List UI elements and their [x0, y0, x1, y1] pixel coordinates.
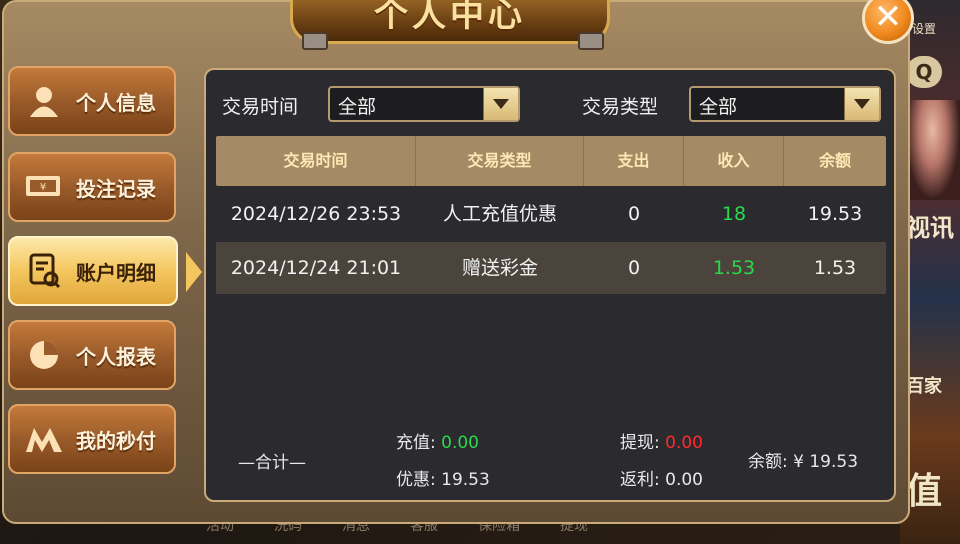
close-icon: ✕ [873, 0, 903, 37]
discount-value: 19.53 [441, 470, 490, 490]
column-header: 收入 [684, 136, 784, 186]
background-text-baccarat: 百家 [906, 376, 942, 397]
withdraw-label: 提现: [620, 433, 660, 453]
sidebar-item-label: 我的秒付 [76, 428, 156, 453]
cell-type: 赠送彩金 [461, 257, 538, 279]
table-row: 2024/12/24 21:01 赠送彩金 0 1.53 1.53 [216, 242, 886, 294]
withdraw-value: 0.00 [665, 433, 703, 453]
column-header: 交易类型 [416, 136, 584, 186]
summary-discount: 优惠: 19.53 [396, 465, 490, 490]
svg-text:¥: ¥ [40, 182, 46, 193]
dialog-title: 个人中心 [374, 0, 526, 35]
type-filter-select[interactable]: 全部 [689, 86, 881, 122]
time-filter-select[interactable]: 全部 [328, 86, 520, 122]
column-header: 支出 [584, 136, 684, 186]
sidebar-item-label: 账户明细 [76, 260, 156, 285]
recharge-label: 充值: [396, 433, 436, 453]
column-header: 交易时间 [216, 136, 416, 186]
column-header: 余额 [818, 151, 851, 170]
cell-type: 人工充值优惠 [442, 203, 557, 225]
recharge-value: 0.00 [441, 433, 479, 453]
document-search-icon [24, 251, 64, 291]
background-portrait [905, 100, 960, 200]
cell-balance: 1.53 [813, 257, 857, 279]
cell-balance: 19.53 [807, 203, 863, 225]
title-plate: 个人中心 [290, 0, 610, 44]
sidebar-item-label: 投注记录 [76, 176, 156, 201]
summary-total-label: —合计— [238, 453, 306, 473]
user-icon [24, 81, 64, 121]
chevron-down-icon [844, 88, 879, 120]
sidebar-item-account-details[interactable]: 账户明细 [8, 236, 202, 306]
cell-time: 2024/12/24 21:01 [230, 257, 402, 279]
cell-time: 2024/12/26 23:53 [230, 203, 402, 225]
active-indicator-arrow [186, 252, 202, 292]
cash-icon: ¥ [24, 167, 64, 207]
sidebar-item-label: 个人报表 [76, 344, 156, 369]
pie-chart-icon [24, 335, 64, 375]
table-row: 2024/12/26 23:53 人工充值优惠 0 18 19.53 [216, 188, 886, 240]
sidebar-item-my-instant-pay[interactable]: 我的秒付 [8, 404, 176, 474]
sidebar-item-personal-info[interactable]: 个人信息 [8, 66, 176, 136]
rebate-label: 返利: [620, 470, 660, 490]
balance-value: ¥ 19.53 [793, 452, 859, 472]
sidebar-item-bet-records[interactable]: ¥ 投注记录 [8, 152, 176, 222]
summary-rebate: 返利: 0.00 [620, 465, 703, 490]
background-text-video: 视讯 [906, 214, 954, 242]
m-logo-icon [24, 419, 64, 459]
cell-expense: 0 [627, 203, 641, 225]
search-icon: Q [906, 56, 942, 88]
chevron-down-icon [483, 88, 518, 120]
plate-bolt-left [302, 32, 328, 50]
summary-recharge: 充值: 0.00 [396, 428, 479, 453]
sidebar-item-label: 个人信息 [76, 90, 156, 115]
cell-income: 1.53 [712, 257, 756, 279]
summary-balance: 余额: ¥ 19.53 [748, 447, 858, 472]
balance-label: 余额: [748, 452, 788, 472]
table-header: 交易时间 交易类型 支出 收入 余额 [216, 136, 886, 186]
sidebar-item-personal-report[interactable]: 个人报表 [8, 320, 176, 390]
settings-label: 设置 [912, 22, 937, 36]
rebate-value: 0.00 [665, 470, 703, 490]
cell-expense: 0 [627, 257, 641, 279]
summary-withdraw: 提现: 0.00 [620, 428, 703, 453]
cell-income: 18 [721, 203, 747, 225]
filter-time-label: 交易时间 [222, 96, 299, 118]
discount-label: 优惠: [396, 470, 436, 490]
type-filter-value: 全部 [699, 96, 738, 118]
background-text-recharge: 值 [906, 471, 943, 512]
filter-type-label: 交易类型 [582, 96, 659, 118]
plate-bolt-right [578, 32, 604, 50]
time-filter-value: 全部 [338, 96, 377, 118]
